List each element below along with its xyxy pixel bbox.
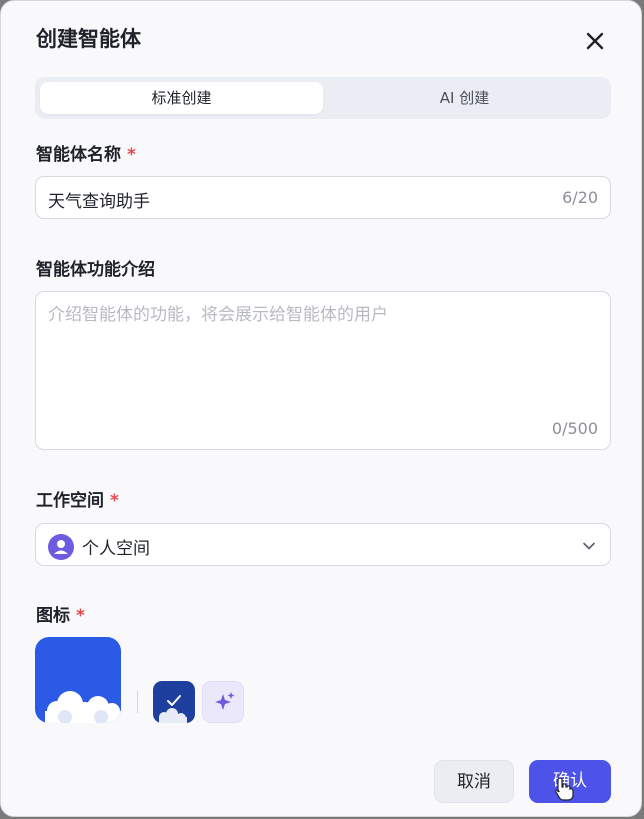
icon-option-selected[interactable] xyxy=(153,681,195,723)
dialog-title: 创建智能体 xyxy=(36,27,141,51)
hand-cursor-icon xyxy=(555,777,574,801)
workspace-label-text: 工作空间 xyxy=(36,491,104,511)
cancel-button[interactable]: 取消 xyxy=(434,760,514,803)
description-placeholder: 介绍智能体的功能，将会展示给智能体的用户 xyxy=(48,305,388,325)
description-textarea[interactable]: 介绍智能体的功能，将会展示给智能体的用户 0/500 xyxy=(35,291,611,450)
required-mark: * xyxy=(76,606,85,626)
user-icon xyxy=(54,540,68,554)
icon-label-text: 图标 xyxy=(36,606,70,626)
cloud-icon xyxy=(45,691,121,723)
description-char-counter: 0/500 xyxy=(551,419,598,438)
close-icon xyxy=(586,32,604,50)
required-mark: * xyxy=(110,491,119,511)
tab-standard-create[interactable]: 标准创建 xyxy=(40,82,323,114)
name-label: 智能体名称 * xyxy=(36,140,136,165)
name-char-counter: 6/20 xyxy=(562,188,598,207)
create-agent-dialog: 创建智能体 标准创建 AI 创建 智能体名称 * 天气查询助手 6/20 智能体功… xyxy=(0,0,642,817)
tab-ai-create[interactable]: AI 创建 xyxy=(323,82,606,114)
workspace-badge xyxy=(48,534,74,560)
name-input[interactable]: 天气查询助手 6/20 xyxy=(35,176,611,219)
selected-agent-icon[interactable] xyxy=(35,637,121,723)
confirm-button[interactable]: 确认 xyxy=(529,760,611,803)
icon-divider xyxy=(137,691,138,713)
check-icon xyxy=(159,695,187,723)
chevron-down-icon xyxy=(583,542,595,550)
workspace-select[interactable]: 个人空间 xyxy=(35,523,611,566)
sparkle-icon xyxy=(215,692,235,710)
ai-generate-icon-button[interactable] xyxy=(202,681,244,723)
description-label: 智能体功能介绍 xyxy=(36,260,155,280)
close-button[interactable] xyxy=(581,27,609,55)
icon-label: 图标 * xyxy=(36,601,85,626)
create-mode-tabs: 标准创建 AI 创建 xyxy=(35,77,611,119)
name-input-value: 天气查询助手 xyxy=(48,192,150,212)
name-label-text: 智能体名称 xyxy=(36,145,121,165)
workspace-value: 个人空间 xyxy=(82,539,150,559)
workspace-label: 工作空间 * xyxy=(36,486,119,511)
required-mark: * xyxy=(127,145,136,165)
